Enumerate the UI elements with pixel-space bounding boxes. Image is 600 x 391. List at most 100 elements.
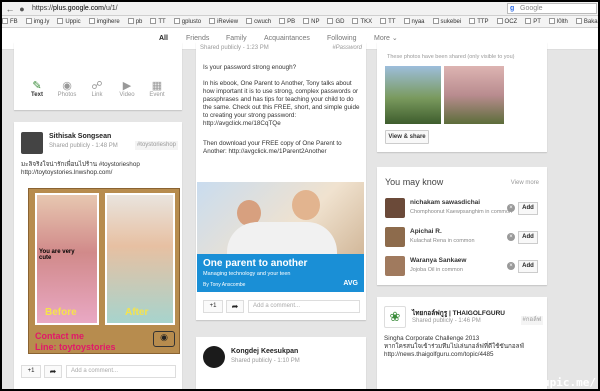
- share-icon[interactable]: ➦: [226, 300, 244, 313]
- bookmark-item[interactable]: pb: [127, 16, 143, 27]
- favicon-icon: [432, 18, 439, 24]
- post-time[interactable]: 1:10 PM: [277, 358, 299, 364]
- post-meta: Shared publicly - 1:23 PM: [200, 45, 269, 51]
- post-author[interactable]: ไทยกอล์ฟกูรู | THAIGOLFGURU: [412, 308, 505, 318]
- bookmark-label: GD: [335, 19, 345, 25]
- post-link[interactable]: http://news.thaigolfguru.com/topic/4485: [384, 351, 542, 359]
- avatar[interactable]: [21, 132, 43, 154]
- golf-logo-icon[interactable]: ❀: [384, 306, 406, 328]
- after-photo: [105, 193, 175, 325]
- bookmark-label: imgihere: [96, 19, 120, 25]
- post-meta: Shared publicly - 1:46 PM: [412, 318, 481, 324]
- add-button[interactable]: Add: [518, 260, 538, 273]
- suggestion-name[interactable]: Waranya Sankaew: [410, 257, 466, 264]
- share-video-label: Video: [119, 92, 135, 98]
- bookmark-item[interactable]: img.ly: [25, 16, 49, 27]
- suggestion-name[interactable]: nichakam sawasdichai: [410, 199, 480, 206]
- bookmark-item[interactable]: imgihere: [88, 16, 120, 27]
- share-photos-button[interactable]: ◉ Photos: [52, 80, 82, 98]
- share-text-button[interactable]: ✎ Text: [22, 80, 52, 98]
- post-meta: Shared publicly - 1:10 PM: [231, 358, 300, 364]
- bookmark-item[interactable]: FB: [2, 16, 18, 27]
- bookmark-label: OCZ: [504, 19, 518, 25]
- comment-input[interactable]: Add a comment...: [66, 365, 176, 378]
- banner-author: By Tony Anscombe: [203, 282, 246, 288]
- add-button[interactable]: Add: [518, 202, 538, 215]
- post-author[interactable]: Kongdej Keesukpan: [231, 348, 298, 355]
- plus-one-button[interactable]: +1: [21, 365, 41, 378]
- post-image[interactable]: You are very cute Before After Contact m…: [28, 188, 180, 354]
- post-link[interactable]: http://toytoystories.lnwshop.com/: [21, 169, 179, 177]
- favicon-icon: [496, 18, 503, 24]
- bookmark-item[interactable]: cwuch: [246, 16, 271, 27]
- share-link-button[interactable]: ☍ Link: [82, 80, 112, 98]
- comment-input[interactable]: Add a comment...: [248, 300, 360, 313]
- bookmark-item[interactable]: PB: [279, 16, 295, 27]
- favicon-icon: [127, 18, 134, 24]
- share-video-button[interactable]: ▶ Video: [112, 80, 142, 98]
- hashtag[interactable]: #Password: [332, 45, 362, 51]
- laptop-shape: [227, 222, 337, 254]
- post-author[interactable]: Sithisak Songsean: [49, 133, 111, 140]
- bookmark-label: pb: [135, 19, 143, 25]
- bookmark-item[interactable]: OCZ: [496, 16, 518, 27]
- post-text-thai: หากใครสนใจเข้าร่วมทีมไปเล่นกอล์ฟที่ตีใช้…: [384, 343, 524, 350]
- suggestion-name[interactable]: Apichai R.: [410, 228, 442, 235]
- bookmark-item[interactable]: GD: [327, 16, 345, 27]
- view-share-button[interactable]: View & share: [385, 130, 429, 144]
- dismiss-icon[interactable]: ×: [507, 262, 515, 270]
- bookmark-item[interactable]: PT: [525, 16, 541, 27]
- bookmark-item[interactable]: iReview: [209, 16, 238, 27]
- post-visibility: Shared publicly: [231, 358, 273, 364]
- hashtag[interactable]: #toystorieshop: [134, 141, 178, 150]
- favicon-icon: [279, 18, 286, 24]
- favicon-icon: [525, 18, 532, 24]
- share-photos-label: Photos: [57, 92, 77, 98]
- plus-one-button[interactable]: +1: [203, 300, 223, 313]
- post-time[interactable]: 1:48 PM: [95, 143, 117, 149]
- post-time[interactable]: 1:46 PM: [458, 318, 480, 324]
- favicon-icon: [403, 18, 410, 24]
- avatar[interactable]: [385, 198, 405, 218]
- hashtag[interactable]: #กอล์ฟ: [520, 316, 543, 325]
- bookmark-item[interactable]: TT: [380, 16, 396, 27]
- bookmark-item[interactable]: gplusto: [173, 16, 202, 27]
- bookmark-item[interactable]: Uppic: [57, 16, 81, 27]
- dismiss-icon[interactable]: ×: [507, 204, 515, 212]
- bookmark-item[interactable]: BakaDetsu: [575, 16, 598, 27]
- ebook-banner[interactable]: One parent to another Managing technolog…: [197, 182, 364, 292]
- bookmark-item[interactable]: TKX: [352, 16, 372, 27]
- share-icon[interactable]: ➦: [44, 365, 62, 378]
- photo-thumbnail[interactable]: [444, 66, 504, 124]
- favicon-icon: [209, 18, 216, 24]
- share-event-button[interactable]: ▦ Event: [142, 80, 172, 98]
- photo-thumbnail[interactable]: [385, 66, 441, 124]
- avatar[interactable]: [203, 346, 225, 368]
- bookmark-item[interactable]: NP: [303, 16, 319, 27]
- bookmark-label: PT: [533, 19, 541, 25]
- dismiss-icon[interactable]: ×: [507, 233, 515, 241]
- search-input[interactable]: g Google: [507, 3, 597, 14]
- post-time[interactable]: 1:23 PM: [246, 45, 268, 51]
- url-path: /u/1/: [104, 5, 118, 12]
- more-label: More: [374, 35, 390, 42]
- bookmark-item[interactable]: TT: [150, 16, 166, 27]
- add-button[interactable]: Add: [518, 231, 538, 244]
- favicon-icon: [575, 18, 582, 24]
- bookmark-item[interactable]: TTP: [469, 16, 489, 27]
- view-more-link[interactable]: View more: [511, 180, 539, 186]
- bookmark-item[interactable]: sukebei: [432, 16, 461, 27]
- post-text: Singha Corporate Challenge 2013: [384, 335, 480, 342]
- back-icon[interactable]: ←: [5, 4, 15, 14]
- banner-caption: One parent to another Managing technolog…: [197, 254, 364, 292]
- pencil-icon: ✎: [32, 80, 42, 92]
- avatar[interactable]: [385, 227, 405, 247]
- favicon-icon: [327, 18, 334, 24]
- address-field[interactable]: https://plus.google.com/u/1/: [32, 4, 118, 14]
- post-text-download: Then download your FREE copy of One Pare…: [203, 140, 342, 155]
- bookmark-label: gplusto: [181, 19, 202, 25]
- bookmark-item[interactable]: nyaa: [403, 16, 425, 27]
- post-visibility: Shared publicly: [412, 318, 454, 324]
- avatar[interactable]: [385, 256, 405, 276]
- bookmark-item[interactable]: l0lth: [548, 16, 568, 27]
